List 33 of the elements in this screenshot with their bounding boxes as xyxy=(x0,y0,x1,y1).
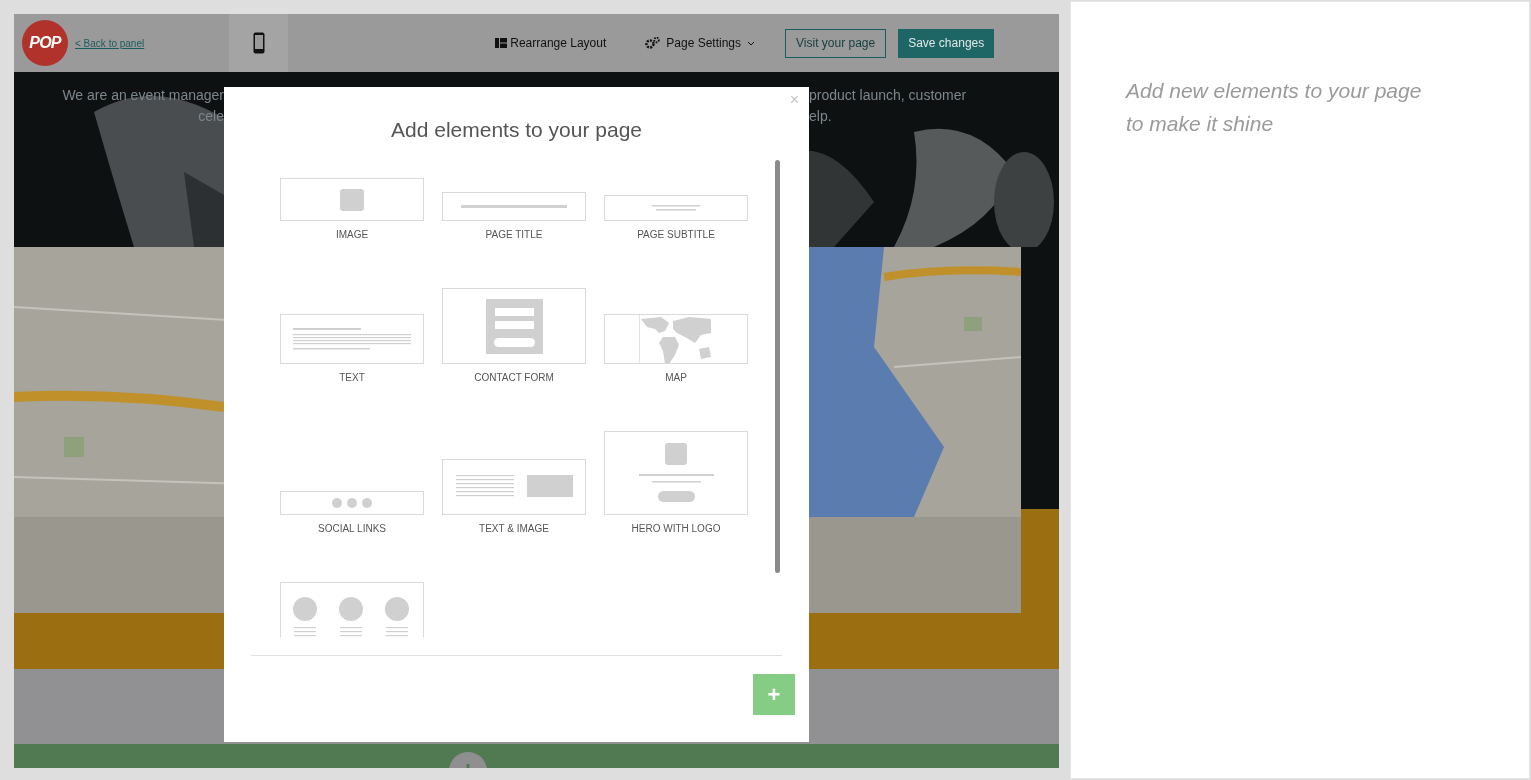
layout-icon xyxy=(495,38,508,48)
back-to-panel-link[interactable]: < Back to panel xyxy=(75,35,145,51)
hero-layout-icon xyxy=(638,443,714,503)
social-dots-icon xyxy=(332,498,372,508)
element-label: TEXT xyxy=(339,372,365,384)
hint-text: Add new elements to your page to make it shine xyxy=(1126,78,1423,137)
hero-thumbnail[interactable] xyxy=(604,431,748,515)
gears-icon xyxy=(645,37,661,49)
element-label: SOCIAL LINKS xyxy=(318,523,386,535)
social-links-thumbnail[interactable] xyxy=(280,491,424,515)
element-label: CONTACT FORM xyxy=(474,372,554,384)
text-lines-icon xyxy=(293,328,411,350)
rearrange-layout-button[interactable]: Rearrange Layout xyxy=(495,34,607,52)
page-settings-button[interactable]: Page Settings xyxy=(645,34,755,52)
visit-page-button[interactable]: Visit your page xyxy=(785,28,887,58)
element-label: HERO WITH LOGO xyxy=(631,523,721,535)
phone-icon xyxy=(252,32,265,54)
columns-thumbnail[interactable] xyxy=(280,582,424,637)
contact-form-thumbnail[interactable] xyxy=(442,288,586,364)
text-thumbnail[interactable] xyxy=(280,314,424,364)
save-changes-button[interactable]: Save changes xyxy=(898,28,995,58)
scrollbar[interactable] xyxy=(775,160,780,573)
three-columns-icon xyxy=(293,597,411,637)
text-image-thumbnail[interactable] xyxy=(442,459,586,515)
logo[interactable]: POP xyxy=(22,20,68,66)
text-image-icon xyxy=(455,475,573,499)
element-label: MAP xyxy=(665,372,687,384)
form-icon xyxy=(485,298,543,354)
map-thumbnail[interactable] xyxy=(604,314,748,364)
world-map-icon xyxy=(639,315,713,363)
mobile-view-button[interactable] xyxy=(229,14,289,72)
chevron-down-icon xyxy=(747,40,755,46)
element-label: TEXT & IMAGE xyxy=(479,523,549,535)
